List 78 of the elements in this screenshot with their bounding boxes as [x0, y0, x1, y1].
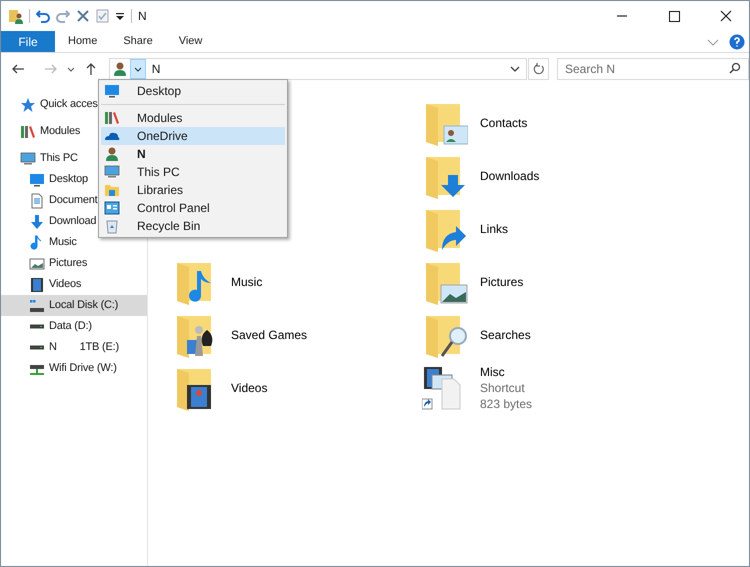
- picture-icon: [29, 256, 45, 272]
- books-icon: [20, 124, 36, 140]
- item-name[interactable]: Downloads: [480, 168, 540, 184]
- window-title: N: [138, 8, 147, 25]
- item-size: 823 bytes: [480, 396, 532, 412]
- nav-item[interactable]: Data (D:): [1, 316, 147, 337]
- item-name[interactable]: Music: [231, 274, 262, 290]
- folder-user-icon: [9, 8, 23, 24]
- ribbon-tab[interactable]: Share: [110, 31, 166, 52]
- nav-label: N 1TB (E:): [49, 340, 119, 356]
- nav-item[interactable]: N 1TB (E:): [1, 337, 147, 358]
- menu-item[interactable]: Control Panel: [101, 199, 285, 217]
- menu-item[interactable]: Desktop: [101, 82, 285, 100]
- up-icon[interactable]: [84, 62, 98, 76]
- search-icon: [728, 62, 741, 74]
- document-icon: [29, 192, 45, 208]
- nav-label: This PC: [40, 151, 78, 166]
- item-type: Shortcut: [480, 380, 526, 396]
- nav-label: Download: [49, 214, 96, 230]
- menu-item[interactable]: Libraries: [101, 181, 285, 199]
- books-icon: [104, 110, 120, 126]
- monitor-icon: [29, 172, 45, 188]
- control-panel-icon: [104, 200, 120, 216]
- nav-label: Videos: [49, 277, 82, 292]
- nav-label: Wifi Drive (W:): [49, 361, 117, 376]
- menu-item[interactable]: OneDrive: [101, 127, 285, 145]
- nav-item[interactable]: Local Disk (C:): [1, 295, 147, 316]
- nav-item[interactable]: Wifi Drive (W:): [1, 358, 147, 379]
- user-icon: [112, 61, 128, 77]
- help-icon[interactable]: [729, 34, 745, 50]
- film-icon: [29, 276, 45, 292]
- nav-label: Document: [49, 193, 98, 208]
- download-icon: [29, 214, 45, 230]
- item-name[interactable]: Misc: [480, 364, 532, 380]
- recycle-bin-icon: [104, 218, 120, 234]
- library-icon: [104, 182, 120, 198]
- drive-icon: [29, 324, 45, 329]
- item-name[interactable]: Pictures: [480, 274, 524, 290]
- recent-locations-icon[interactable]: [66, 65, 75, 73]
- address-text: N: [152, 61, 160, 78]
- file-tab[interactable]: File: [1, 31, 55, 52]
- user-icon: [104, 146, 120, 162]
- chevron-icon[interactable]: [134, 65, 142, 73]
- item-name[interactable]: Saved Games: [231, 326, 308, 342]
- item-name[interactable]: Searches: [480, 326, 531, 342]
- menu-item[interactable]: Recycle Bin: [101, 217, 285, 235]
- dropdown-icon[interactable]: [115, 11, 125, 21]
- nav-label: Modules: [40, 124, 80, 140]
- item-name[interactable]: Links: [480, 220, 508, 236]
- chevron-icon[interactable]: [510, 64, 520, 74]
- nav-label: Desktop: [49, 172, 88, 188]
- back-icon[interactable]: [11, 62, 25, 76]
- star-icon: [20, 96, 36, 112]
- undo-icon[interactable]: [36, 9, 50, 23]
- menu-item[interactable]: This PC: [101, 163, 285, 181]
- refresh-icon: [532, 63, 545, 75]
- nav-item[interactable]: Music: [1, 232, 147, 253]
- menu-item[interactable]: N: [101, 145, 285, 163]
- drive-icon: [29, 345, 45, 350]
- nav-item[interactable]: Pictures: [1, 253, 147, 274]
- menu-item[interactable]: Modules: [101, 109, 285, 127]
- delete-icon[interactable]: [76, 9, 90, 23]
- monitor-icon: [104, 83, 120, 99]
- refresh-button[interactable]: [528, 58, 549, 80]
- ribbon-tab[interactable]: View: [166, 31, 216, 52]
- drive-icon: [29, 298, 45, 314]
- nav-label: Music: [49, 235, 77, 250]
- nav-label: Data (D:): [49, 319, 92, 334]
- monitor-icon: [104, 164, 120, 180]
- item-name[interactable]: Videos: [231, 380, 268, 396]
- nav-item[interactable]: Videos: [1, 274, 147, 295]
- nav-label: Quick acces: [40, 97, 98, 112]
- monitor-icon: [20, 150, 36, 166]
- item-name[interactable]: Contacts: [480, 114, 528, 130]
- nav-label: Pictures: [49, 256, 88, 272]
- ribbon-tab[interactable]: Home: [55, 31, 110, 52]
- search-field[interactable]: Search N: [556, 58, 749, 80]
- nav-label: Local Disk (C:): [49, 298, 118, 314]
